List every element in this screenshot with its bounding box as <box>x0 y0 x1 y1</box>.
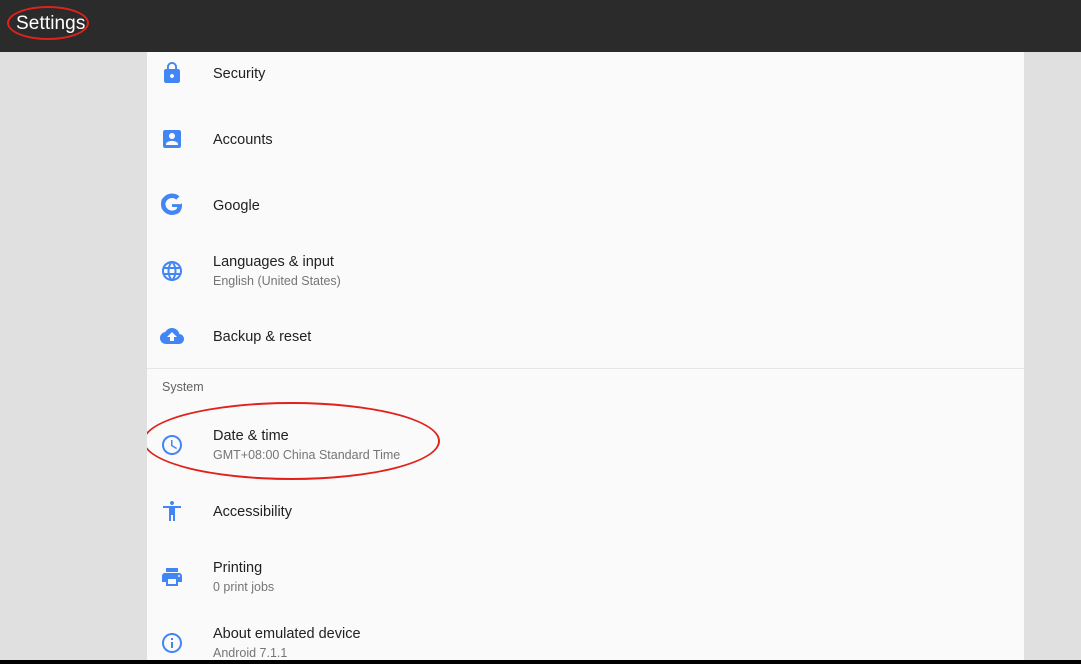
item-label: Security <box>213 66 266 82</box>
settings-item-google[interactable]: Google <box>147 172 1024 238</box>
settings-item-accounts[interactable]: Accounts <box>147 106 1024 172</box>
item-label: Accessibility <box>213 504 292 520</box>
screen-bottom-edge <box>0 660 1081 664</box>
item-label: About emulated device <box>213 626 361 642</box>
item-label: Google <box>213 198 260 214</box>
info-icon <box>160 631 184 655</box>
item-label: Printing <box>213 560 263 576</box>
settings-item-accessibility[interactable]: Accessibility <box>147 478 1024 544</box>
settings-list[interactable]: Security Accounts Google Languages & inp… <box>147 52 1024 660</box>
item-label: Languages & input <box>213 254 334 270</box>
app-toolbar: Settings <box>0 0 1081 52</box>
settings-item-date-time[interactable]: Date & time GMT+08:00 China Standard Tim… <box>147 408 1024 474</box>
clock-icon <box>160 433 184 457</box>
item-summary: 0 print jobs <box>213 580 275 594</box>
page-title: Settings <box>16 13 86 34</box>
settings-window: Settings Security Accounts Google Langua… <box>0 0 1081 664</box>
google-g-icon <box>160 193 184 217</box>
item-label: Accounts <box>213 132 273 148</box>
settings-item-backup[interactable]: Backup & reset <box>147 303 1024 369</box>
lock-icon <box>160 61 184 85</box>
print-icon <box>160 565 184 589</box>
item-summary: GMT+08:00 China Standard Time <box>213 448 401 462</box>
item-label: Backup & reset <box>213 329 312 345</box>
settings-item-languages[interactable]: Languages & input English (United States… <box>147 238 1024 304</box>
item-label: Date & time <box>213 428 289 444</box>
account-box-icon <box>160 127 184 151</box>
globe-icon <box>160 259 184 283</box>
item-summary: Android 7.1.1 <box>213 646 288 660</box>
category-header-system: System <box>162 380 204 394</box>
settings-item-about-device[interactable]: About emulated device Android 7.1.1 <box>147 610 1024 660</box>
settings-item-printing[interactable]: Printing 0 print jobs <box>147 544 1024 610</box>
cloud-upload-icon <box>160 324 184 348</box>
settings-item-security[interactable]: Security <box>147 52 1024 106</box>
accessibility-icon <box>160 499 184 523</box>
item-summary: English (United States) <box>213 274 341 288</box>
section-divider <box>147 368 1024 369</box>
